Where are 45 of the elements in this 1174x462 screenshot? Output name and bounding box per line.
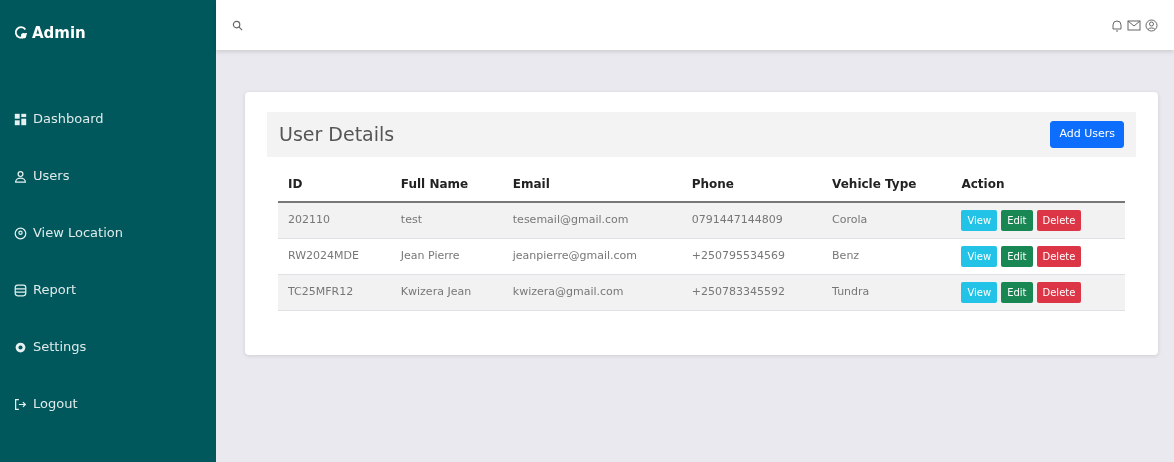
logout-icon [14,397,27,411]
table-cell: Benz [822,238,952,274]
table-cell: RW2024MDE [278,238,391,274]
table-cell: tesemail@gmail.com [502,201,682,238]
column-header: Email [502,166,682,202]
table-cell: +250795534569 [681,238,823,274]
settings-icon [14,340,27,354]
edit-button[interactable]: Edit [1001,281,1033,303]
sidebar-item[interactable]: Logout [0,375,216,433]
edit-button[interactable]: Edit [1001,209,1033,231]
brand-title: Admin [32,23,86,44]
table-cell: jeanpierre@gmail.com [502,238,682,274]
table-cell: 0791447144809 [681,201,823,238]
column-header: Phone [681,166,823,202]
table-cell: 202110 [278,201,391,238]
add-users-button[interactable]: Add Users [1050,121,1124,148]
table-cell: Tundra [822,274,952,310]
edit-button[interactable]: Edit [1001,245,1033,267]
delete-button[interactable]: Delete [1036,281,1082,303]
mail-icon[interactable] [1127,18,1141,32]
table-cell: Corola [822,201,952,238]
search-icon[interactable] [232,19,243,31]
card-title: User Details [279,122,395,147]
table-cell: Jean Pierre [390,238,503,274]
table-cell: test [390,201,503,238]
sidebar-item[interactable]: Users [0,147,216,205]
sidebar-item[interactable]: Dashboard [0,90,216,148]
sidebar-item[interactable]: Settings [0,318,216,376]
table-cell: +250783345592 [681,274,823,310]
table-cell: TC25MFR12 [278,274,391,310]
column-header: ID [278,166,391,202]
column-header: Vehicle Type [822,166,952,202]
table-cell: Kwizera Jean [390,274,503,310]
user-icon[interactable] [1145,18,1158,32]
delete-button[interactable]: Delete [1036,245,1082,267]
column-header: Action [951,166,1125,202]
user-icon [14,169,27,183]
database-icon [14,283,27,297]
column-header: Full Name [390,166,503,202]
table-cell: kwizera@gmail.com [502,274,682,310]
sidebar-item[interactable]: Report [0,261,216,319]
delete-button[interactable]: Delete [1036,209,1082,231]
bell-icon[interactable] [1111,18,1123,32]
sidebar-item[interactable]: View Location [0,204,216,262]
dashboard-icon [14,112,27,126]
